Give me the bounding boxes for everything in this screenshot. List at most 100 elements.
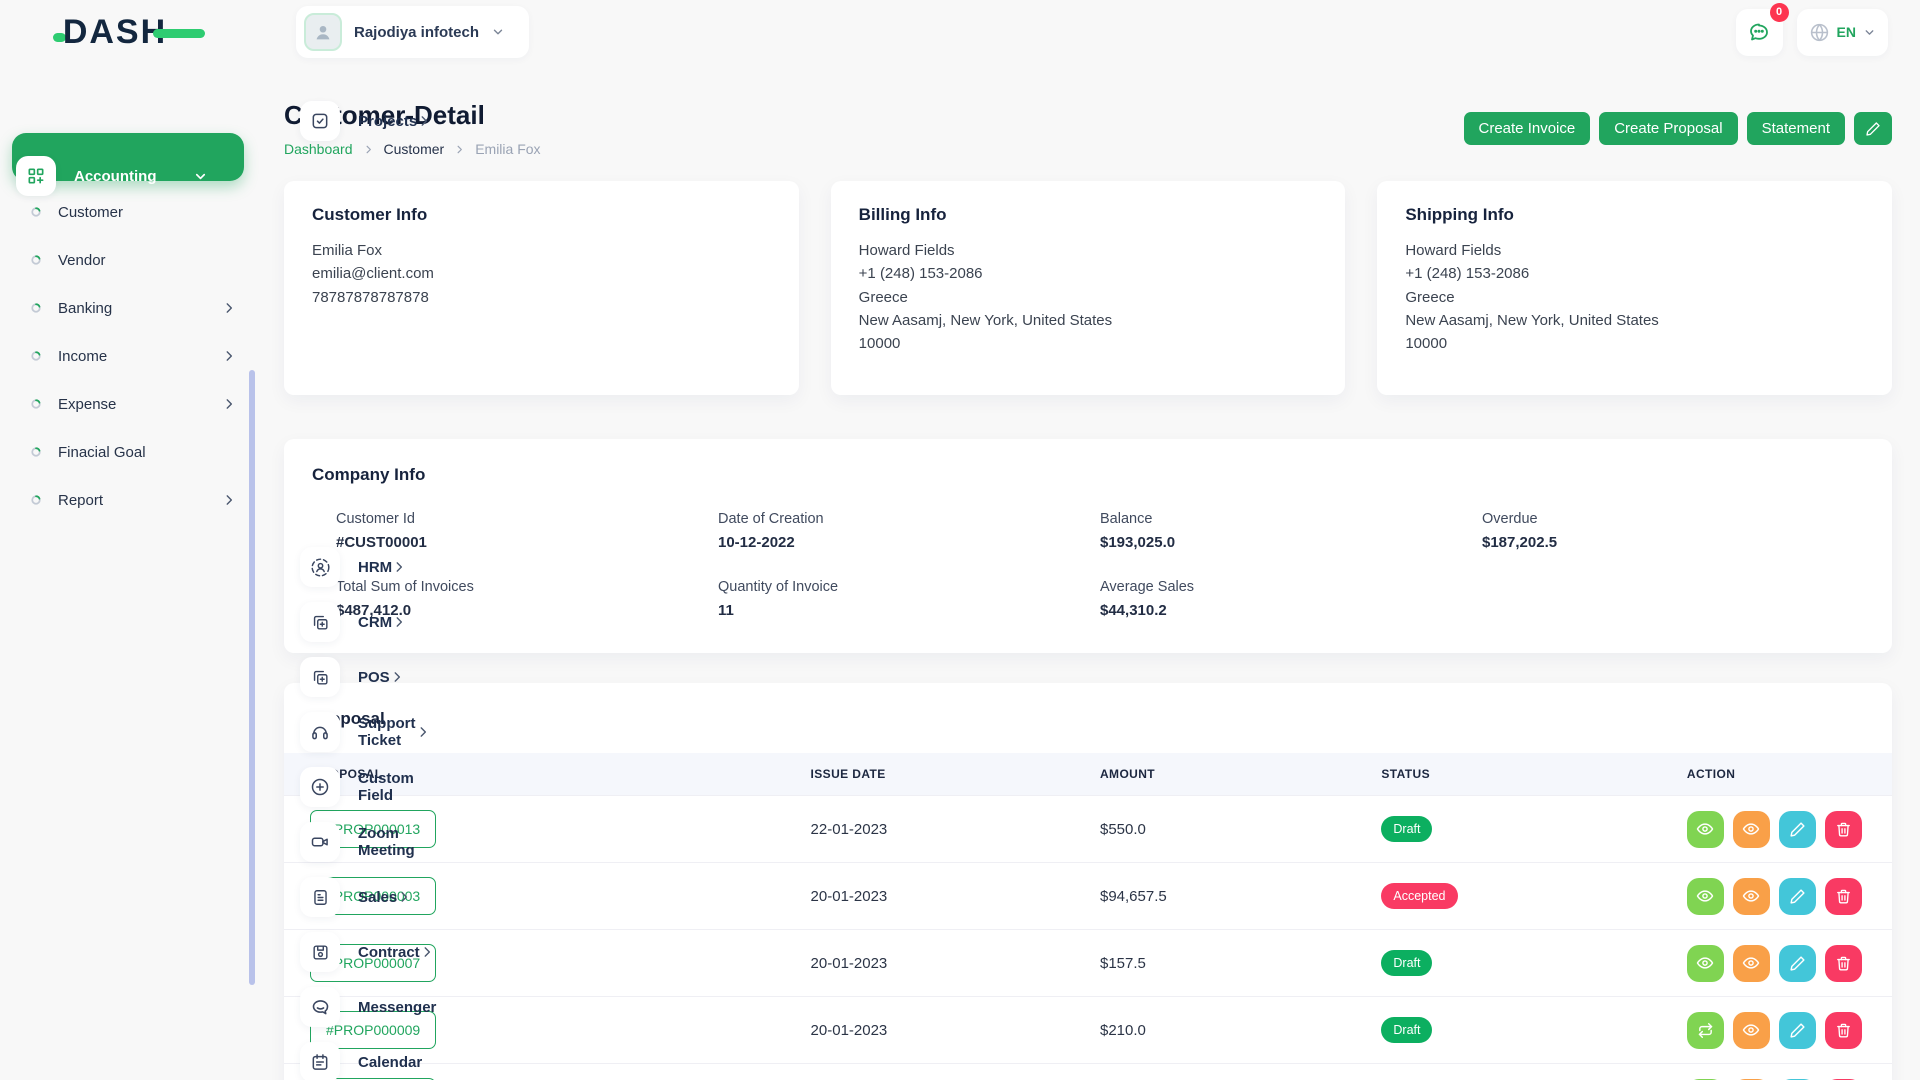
sidebar-item-report[interactable]: Report bbox=[16, 476, 244, 524]
view-button[interactable] bbox=[1687, 811, 1724, 848]
delete-icon bbox=[1835, 821, 1852, 838]
company-field-balance: Balance$193,025.0 bbox=[1100, 511, 1482, 551]
sidebar-item-label: HRM bbox=[358, 559, 392, 576]
app-logo[interactable]: DASH bbox=[0, 13, 258, 52]
logo-text: DASH bbox=[63, 13, 167, 52]
sidebar-item-zoom-meeting[interactable]: Zoom Meeting bbox=[274, 799, 328, 847]
sidebar-nav: ProjectsAccountingCustomerVendorBankingI… bbox=[16, 78, 244, 1067]
chevron-right-icon bbox=[390, 670, 404, 684]
edit-customer-button[interactable] bbox=[1854, 112, 1892, 145]
sidebar-item-vendor[interactable]: Vendor bbox=[16, 236, 244, 284]
chevron-right-icon bbox=[222, 349, 236, 363]
messages-button[interactable]: 0 bbox=[1736, 9, 1783, 56]
sidebar-item-contract[interactable]: Contract bbox=[274, 909, 328, 957]
chevron-right-icon bbox=[392, 560, 406, 574]
edit-button[interactable] bbox=[1779, 1012, 1816, 1049]
chevron-right-icon bbox=[222, 493, 236, 507]
table-row: #PROP00000920-01-2023$210.0Draft bbox=[284, 997, 1892, 1064]
proposal-table-header: PROPOSALISSUE DATEAMOUNTSTATUSACTION bbox=[284, 753, 1892, 796]
sidebar-item-hrm[interactable]: HRM bbox=[274, 524, 328, 572]
field-label: Average Sales bbox=[1100, 579, 1482, 595]
delete-button[interactable] bbox=[1825, 811, 1862, 848]
breadcrumb: Dashboard Customer Emilia Fox bbox=[284, 141, 541, 157]
sidebar-item-label: Banking bbox=[58, 300, 112, 317]
sidebar-item-label: Customer bbox=[58, 204, 123, 221]
company-info-title: Company Info bbox=[312, 465, 1864, 485]
messages-count-badge: 0 bbox=[1770, 3, 1789, 22]
sidebar-item-custom-field[interactable]: Custom Field bbox=[274, 744, 328, 792]
delete-button[interactable] bbox=[1825, 945, 1862, 982]
sidebar-item-income[interactable]: Income bbox=[16, 332, 244, 380]
preview-button[interactable] bbox=[1733, 811, 1770, 848]
field-label: Total Sum of Invoices bbox=[336, 579, 718, 595]
sidebar-item-messenger[interactable]: Messenger bbox=[274, 964, 328, 1012]
view-button[interactable] bbox=[1687, 878, 1724, 915]
company-selector[interactable]: Rajodiya infotech bbox=[296, 6, 529, 58]
preview-button[interactable] bbox=[1733, 878, 1770, 915]
amount: $3,415.5 bbox=[1088, 1064, 1369, 1080]
issue-date: 20-01-2023 bbox=[799, 863, 1088, 930]
sidebar-item-calendar[interactable]: Calendar bbox=[274, 1019, 328, 1067]
status-badge: Draft bbox=[1381, 816, 1432, 842]
convert-refresh-button[interactable] bbox=[1687, 1012, 1724, 1049]
company-field-date-of-creation: Date of Creation10-12-2022 bbox=[718, 511, 1100, 551]
sidebar-item-label: Calendar bbox=[358, 1054, 422, 1071]
delete-button[interactable] bbox=[1825, 1012, 1862, 1049]
edit-button[interactable] bbox=[1779, 811, 1816, 848]
sidebar-item-label: Expense bbox=[58, 396, 116, 413]
bullet-icon bbox=[30, 398, 42, 410]
breadcrumb-item-customer[interactable]: Customer bbox=[384, 141, 445, 157]
sidebar-item-label: Vendor bbox=[58, 252, 106, 269]
chevron-right-icon bbox=[222, 301, 236, 315]
company-field-customer-id: Customer Id#CUST00001 bbox=[336, 511, 718, 551]
delete-button[interactable] bbox=[1825, 878, 1862, 915]
sidebar-item-accounting[interactable]: Accounting bbox=[12, 133, 244, 181]
info-line: Emilia Fox bbox=[312, 239, 771, 262]
delete-icon bbox=[1835, 1022, 1852, 1039]
sidebar-item-crm[interactable]: CRM bbox=[274, 579, 328, 627]
sidebar-item-label: Finacial Goal bbox=[58, 444, 146, 461]
proposal-title: Proposal bbox=[284, 709, 1892, 729]
column-header-issue-date: ISSUE DATE bbox=[799, 753, 1088, 796]
sidebar-item-support-ticket[interactable]: Support Ticket bbox=[274, 689, 328, 737]
topbar: DASH Rajodiya infotech 0 EN bbox=[0, 0, 1920, 64]
edit-icon bbox=[1789, 821, 1806, 838]
sidebar-item-label: Support Ticket bbox=[358, 715, 416, 749]
sidebar-scrollbar[interactable] bbox=[249, 370, 255, 985]
language-selector[interactable]: EN bbox=[1797, 9, 1888, 56]
create-proposal-button[interactable]: Create Proposal bbox=[1599, 112, 1737, 145]
column-header-amount: AMOUNT bbox=[1088, 753, 1369, 796]
status-badge: Draft bbox=[1381, 950, 1432, 976]
preview-button[interactable] bbox=[1733, 1012, 1770, 1049]
issue-date: 20-01-2023 bbox=[799, 997, 1088, 1064]
sidebar-item-pos[interactable]: POS bbox=[274, 634, 328, 682]
create-invoice-button[interactable]: Create Invoice bbox=[1464, 112, 1591, 145]
amount: $210.0 bbox=[1088, 997, 1369, 1064]
sidebar-item-expense[interactable]: Expense bbox=[16, 380, 244, 428]
info-line: 78787878787878 bbox=[312, 286, 771, 309]
statement-button[interactable]: Statement bbox=[1747, 112, 1845, 145]
sidebar-item-projects[interactable]: Projects bbox=[274, 78, 328, 126]
breadcrumb-item-emilia-fox: Emilia Fox bbox=[475, 141, 540, 157]
chevron-right-icon bbox=[416, 725, 430, 739]
sidebar-item-label: Accounting bbox=[74, 168, 157, 185]
edit-button[interactable] bbox=[1779, 878, 1816, 915]
chevron-down-icon bbox=[1863, 26, 1876, 39]
breadcrumb-item-dashboard[interactable]: Dashboard bbox=[284, 141, 353, 157]
proposal-table-body: #PROP00001322-01-2023$550.0Draft#PROP000… bbox=[284, 796, 1892, 1080]
bullet-icon bbox=[30, 446, 42, 458]
info-line: 10000 bbox=[1405, 332, 1864, 355]
preview-button[interactable] bbox=[1733, 945, 1770, 982]
sidebar-item-finacial-goal[interactable]: Finacial Goal bbox=[16, 428, 244, 476]
sidebar-item-customer[interactable]: Customer bbox=[16, 188, 244, 236]
issue-date: 22-12-2022 bbox=[799, 1064, 1088, 1080]
view-button[interactable] bbox=[1687, 945, 1724, 982]
sidebar-item-banking[interactable]: Banking bbox=[16, 284, 244, 332]
sidebar-item-sales[interactable]: Sales bbox=[274, 854, 328, 902]
edit-icon bbox=[1789, 888, 1806, 905]
edit-button[interactable] bbox=[1779, 945, 1816, 982]
table-row: #PROP00000720-01-2023$157.5Draft bbox=[284, 930, 1892, 997]
field-value: #CUST00001 bbox=[336, 534, 718, 551]
chevron-right-icon bbox=[454, 144, 465, 155]
column-header-action: ACTION bbox=[1675, 753, 1892, 796]
